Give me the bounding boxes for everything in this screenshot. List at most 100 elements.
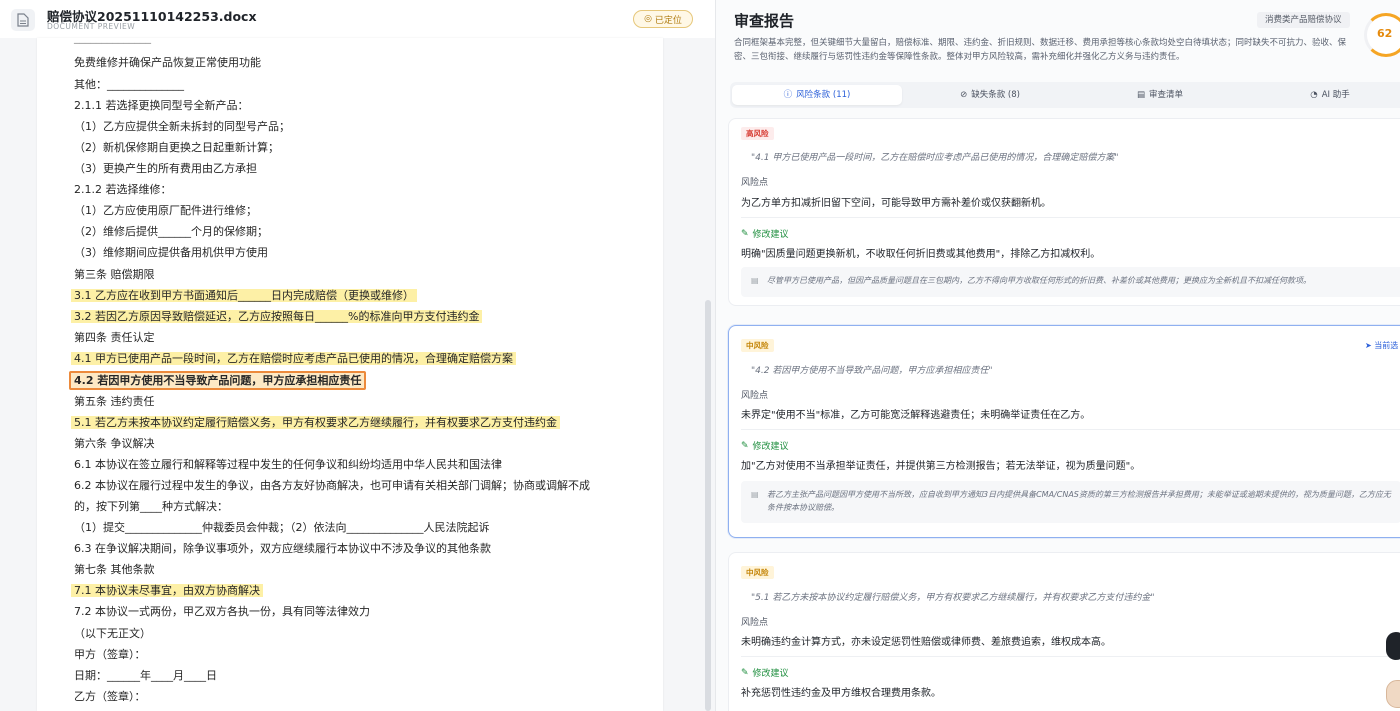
document-icon: ▤	[751, 490, 759, 499]
tab-ai-assistant[interactable]: ◔ AI 助手	[1250, 85, 1400, 105]
doc-line: （1）提交______________仲裁委员会仲裁；（2）依法向_______…	[74, 521, 490, 534]
doc-line: 2.1.1 若选择更换同型号全新产品：	[74, 99, 249, 112]
section-heading: 第五条 违约责任	[74, 395, 155, 408]
risk-card[interactable]: 高风险 "4.1 甲方已使用产品一段时间，乙方在赔偿时应考虑产品已使用的情况，合…	[728, 118, 1400, 306]
suggestion-label: 修改建议	[752, 442, 789, 452]
tab-risk-clauses[interactable]: ⓘ 风险条款 (11)	[732, 85, 902, 105]
doc-line: 7.2 本协议一式两份，甲乙双方各执一份，具有同等法律效力	[74, 605, 370, 618]
risk-level-badge: 中风险	[741, 339, 774, 352]
suggestion-label-row: ✎ 修改建议	[741, 439, 789, 453]
tab-label: AI 助手	[1321, 90, 1350, 100]
doc-line: （2）新机保修期自更换之日起重新计算；	[74, 141, 279, 154]
doc-line: 甲方（签章）：	[74, 648, 146, 661]
divider	[741, 429, 1400, 430]
clause-quote: "4.2 若因甲方使用不当导致产品问题，甲方应承担相应责任"	[751, 366, 993, 376]
doc-line: （2）维修后提供______个月的保修期；	[74, 225, 268, 238]
highlighted-clause[interactable]: 7.1 本协议未尽事宜，由双方协商解决	[71, 584, 263, 597]
suggested-clause-box[interactable]: ▤ 尽管甲方已使用产品，但因产品质量问题且在三包期内，乙方不得向甲方收取任何形式…	[741, 267, 1400, 297]
focused-clause[interactable]: 4.2 若因甲方使用不当导致产品问题，甲方应承担相应责任	[69, 371, 367, 390]
highlighted-clause[interactable]: 3.2 若因乙方原因导致赔偿延迟，乙方应按照每日______%的标准向甲方支付违…	[71, 310, 483, 323]
doc-line: （1）乙方应提供全新未拆封的同型号产品；	[74, 120, 290, 133]
tab-label: 风险条款 (11)	[796, 90, 851, 100]
section-heading: 第七条 其他条款	[74, 563, 155, 576]
doc-line: 2.1.2 若选择维修：	[74, 183, 172, 196]
suggestion-label-row: ✎ 修改建议	[741, 666, 789, 680]
document-header: 赔偿协议20251110142253.docx DOCUMENT PREVIEW…	[0, 0, 715, 38]
risk-point-label: 风险点	[741, 618, 769, 628]
edit-icon: ✎	[741, 440, 749, 451]
doc-line: 日期：______年____月____日	[74, 669, 217, 682]
document-file-icon	[11, 9, 35, 31]
target-icon: ◎	[644, 14, 652, 24]
risk-point-label: 风险点	[741, 178, 769, 188]
document-scrollbar[interactable]	[705, 300, 711, 711]
clause-quote: "5.1 若乙方未按本协议约定履行赔偿义务，甲方有权要求乙方继续履行，并有权要求…	[751, 593, 1155, 603]
suggested-clause-text: 尽管甲方已使用产品，但因产品质量问题且在三包期内，乙方不得向甲方收取任何形式的折…	[767, 276, 1311, 285]
send-icon: ➤	[1365, 341, 1372, 350]
edit-icon: ✎	[741, 228, 749, 239]
document-preview-pane: 赔偿协议20251110142253.docx DOCUMENT PREVIEW…	[0, 0, 715, 711]
divider	[741, 217, 1400, 218]
locate-current-link[interactable]: ➤ 当前选	[1365, 340, 1398, 351]
report-title: 审查报告	[734, 12, 795, 30]
contract-type-tag: 消费类产品赔偿协议	[1257, 12, 1350, 28]
risk-point-label: 风险点	[741, 391, 769, 401]
clipboard-icon: ▤	[1136, 90, 1145, 100]
risk-level-badge: 中风险	[741, 566, 774, 579]
section-heading: 第三条 赔偿期限	[74, 268, 155, 281]
risk-point-text: 未界定"使用不当"标准，乙方可能宽泛解释逃避责任；未明确举证责任在乙方。	[741, 410, 1091, 421]
tab-label: 缺失条款 (8)	[971, 90, 1020, 100]
highlighted-clause[interactable]: 5.1 若乙方未按本协议约定履行赔偿义务，甲方有权要求乙方继续履行，并有权要求乙…	[71, 416, 560, 429]
report-tabs: ⓘ 风险条款 (11) ⊘ 缺失条款 (8) ▤ 审查清单 ◔ AI 助手	[730, 82, 1400, 108]
floating-assistant-button[interactable]	[1386, 632, 1400, 660]
located-button[interactable]: ◎ 已定位	[633, 10, 693, 28]
doc-line: 6.1 本协议在签立履行和解释等过程中发生的任何争议和纠纷均适用中华人民共和国法…	[74, 458, 502, 471]
tab-label: 审查清单	[1149, 90, 1184, 100]
suggestion-label: 修改建议	[752, 230, 789, 240]
doc-line: （3）更换产生的所有费用由乙方承担	[74, 162, 257, 175]
located-label: 已定位	[654, 15, 682, 26]
suggestion-label: 修改建议	[752, 669, 789, 679]
document-page[interactable]: ______________ 免费维修并确保产品恢复正常使用功能 其他：____…	[37, 38, 663, 711]
doc-line: 免费维修并确保产品恢复正常使用功能	[74, 56, 261, 69]
highlighted-clause[interactable]: 3.1 乙方应在收到甲方书面通知后______日内完成赔偿（更换或维修）	[71, 289, 417, 302]
risk-point-text: 为乙方单方扣减折旧留下空间，可能导致甲方需补差价或仅获翻新机。	[741, 198, 1051, 209]
risk-card[interactable]: 中风险 "5.1 若乙方未按本协议约定履行赔偿义务，甲方有权要求乙方继续履行，并…	[728, 552, 1400, 711]
doc-line: （以下无正文）	[74, 627, 151, 640]
document-subtitle: DOCUMENT PREVIEW	[47, 22, 136, 31]
clause-quote: "4.1 甲方已使用产品一段时间，乙方在赔偿时应考虑产品已使用的情况，合理确定赔…	[751, 153, 1119, 163]
info-icon: ⓘ	[783, 90, 793, 100]
risk-score-value: 62	[1377, 27, 1393, 40]
doc-line: 6.3 在争议解决期间，除争议事项外，双方应继续履行本协议中不涉及争议的其他条款	[74, 542, 491, 555]
tab-checklist[interactable]: ▤ 审查清单	[1080, 85, 1240, 105]
assistant-avatar[interactable]	[1386, 680, 1400, 708]
doc-line: （1）乙方应使用原厂配件进行维修；	[74, 204, 257, 217]
locate-current-label: 当前选	[1374, 341, 1399, 350]
risk-card-selected[interactable]: 中风险 ➤ 当前选 "4.2 若因甲方使用不当导致产品问题，甲方应承担相应责任"…	[728, 325, 1400, 538]
suggestion-text: 补充惩罚性违约金及甲方维权合理费用条款。	[741, 688, 941, 699]
blocked-icon: ⊘	[960, 90, 968, 100]
suggested-clause-box[interactable]: ▤ 若乙方主张产品问题因甲方使用不当所致，应自收到甲方通知3日内提供具备CMA/…	[741, 481, 1400, 523]
review-report-pane: 审查报告 消费类产品赔偿协议 62 合同框架基本完整，但关键细节大量留白，赔偿标…	[715, 0, 1400, 711]
edit-icon: ✎	[741, 667, 749, 678]
section-heading: 第六条 争议解决	[74, 437, 155, 450]
doc-line: 乙方（签章）：	[74, 690, 146, 703]
highlighted-clause[interactable]: 4.1 甲方已使用产品一段时间，乙方在赔偿时应考虑产品已使用的情况，合理确定赔偿…	[71, 352, 516, 365]
risk-level-badge: 高风险	[741, 127, 774, 140]
risk-score-ring: 62	[1364, 13, 1400, 57]
document-icon: ▤	[751, 276, 759, 285]
suggestion-label-row: ✎ 修改建议	[741, 227, 789, 241]
suggestion-text: 加"乙方对使用不当承担举证责任，并提供第三方检测报告；若无法举证，视为质量问题"…	[741, 461, 1141, 472]
report-summary: 合同框架基本完整，但关键细节大量留白，赔偿标准、期限、违约金、折旧规则、数据迁移…	[734, 38, 1347, 62]
clipped-line: ______________	[74, 38, 151, 46]
doc-line: 其他：______________	[74, 78, 184, 91]
risk-point-text: 未明确违约金计算方式，亦未设定惩罚性赔偿或律师费、差旅费追索，维权成本高。	[741, 637, 1111, 648]
suggestion-text: 明确"因质量问题更换新机，不收取任何折旧费或其他费用"，排除乙方扣减权利。	[741, 249, 1101, 260]
doc-line: 的，按下列第____种方式解决：	[74, 500, 228, 513]
doc-line: 6.2 本协议在履行过程中发生的争议，由各方友好协商解决，也可申请有关相关部门调…	[74, 479, 590, 492]
doc-line: （3）维修期间应提供备用机供甲方使用	[74, 246, 268, 259]
divider	[741, 656, 1400, 657]
chat-icon: ◔	[1310, 90, 1318, 100]
suggested-clause-text: 若乙方主张产品问题因甲方使用不当所致，应自收到甲方通知3日内提供具备CMA/CN…	[767, 490, 1391, 512]
tab-missing-clauses[interactable]: ⊘ 缺失条款 (8)	[910, 85, 1070, 105]
